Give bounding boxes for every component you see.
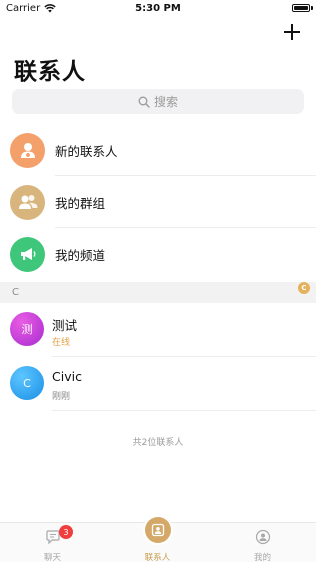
person-plus-icon (10, 132, 45, 168)
contact-status: 在线 (52, 338, 71, 348)
section-header: C (0, 282, 316, 303)
tab-label: 我的 (253, 553, 271, 562)
index-letter-c[interactable]: C (298, 282, 310, 294)
contact-count: 共2位联系人 (132, 438, 184, 448)
contacts-icon (145, 517, 171, 543)
page-title: 联系人 (14, 59, 86, 85)
megaphone-icon (10, 236, 45, 272)
menu-item-label: 我的频道 (55, 247, 106, 263)
clock: 5:30 PM (135, 3, 181, 14)
menu-item-label: 新的联系人 (55, 143, 118, 159)
battery-cap (311, 6, 313, 10)
battery-icon (292, 4, 310, 12)
tab-profile[interactable]: 我的 (210, 523, 315, 562)
search-input[interactable]: 搜索 (12, 89, 304, 114)
contact-row[interactable]: C Civic 刚刚 (0, 357, 316, 411)
divider (52, 410, 316, 411)
avatar: 测 (10, 312, 44, 346)
menu-item-my-groups[interactable]: 我的群组 (0, 176, 316, 228)
menu-item-new-contacts[interactable]: 新的联系人 (0, 124, 316, 176)
tab-contacts[interactable]: 联系人 (105, 517, 210, 562)
avatar: C (10, 366, 44, 400)
contact-name: Civic (52, 369, 82, 384)
section-letter: C (12, 287, 19, 298)
tab-bar: 3 聊天 联系人 我的 (0, 517, 316, 562)
profile-icon (255, 529, 271, 545)
contact-row[interactable]: 测 测试 在线 (0, 303, 316, 357)
search-icon (138, 96, 150, 108)
contact-name: 测试 (52, 318, 78, 333)
unread-badge: 3 (59, 525, 73, 539)
tab-chat[interactable]: 3 聊天 (0, 523, 105, 562)
tab-label: 联系人 (144, 553, 171, 562)
contact-status: 刚刚 (52, 392, 71, 402)
group-icon (10, 184, 45, 220)
menu-item-my-channels[interactable]: 我的频道 (0, 228, 316, 280)
status-bar: Carrier 5:30 PM (0, 0, 316, 18)
tab-label: 聊天 (43, 553, 61, 562)
menu-item-label: 我的群组 (55, 195, 106, 211)
add-contact-button[interactable] (284, 24, 300, 40)
search-placeholder: 搜索 (153, 95, 178, 109)
